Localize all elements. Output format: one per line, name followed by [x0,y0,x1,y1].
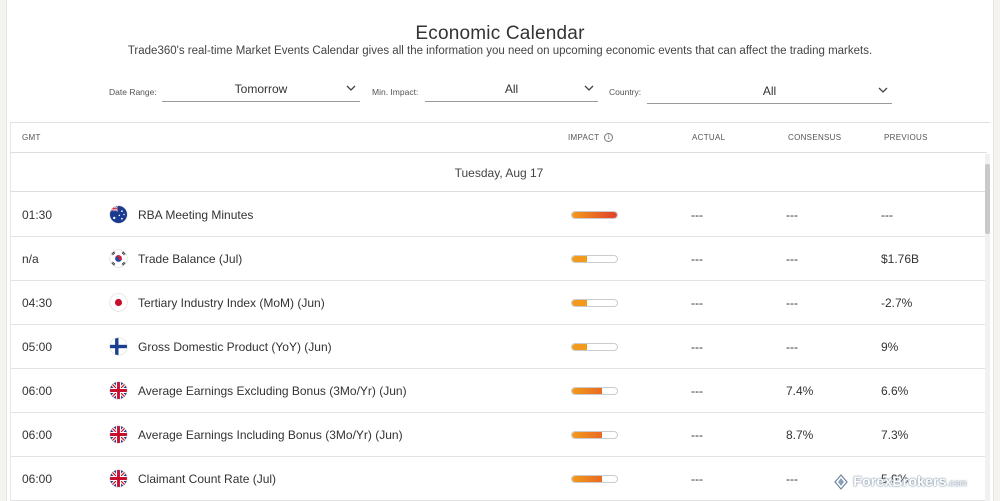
impact-bar-fill [572,388,602,394]
date-range-value: Tomorrow [234,82,288,96]
previous-value: $1.76B [881,252,920,266]
scrollbar-thumb[interactable] [985,164,990,234]
impact-bar [571,431,618,439]
event-time: 06:00 [22,384,53,398]
table-row[interactable]: 06:00 Average Earnings Including Bonus (… [11,413,987,457]
impact-bar [571,343,618,351]
impact-bar [571,475,618,483]
table-header: GMT IMPACT i ACTUAL CONSENSUS PREVIOUS [11,123,987,153]
header-impact-label: IMPACT [568,133,600,142]
min-impact-label: Min. Impact: [372,87,419,97]
events-table: GMT IMPACT i ACTUAL CONSENSUS PREVIOUS Tu… [10,122,990,501]
page: Economic Calendar Trade360's real-time M… [6,0,994,501]
event-name[interactable]: Gross Domestic Product (YoY) (Jun) [138,325,332,369]
table-row[interactable]: 04:30 Tertiary Industry Index (MoM) (Jun… [11,281,987,325]
min-impact-value: All [504,82,519,96]
header-previous: PREVIOUS [884,133,928,142]
impact-bar-fill [572,300,587,306]
table-row[interactable]: n/a Trade Balance (Jul) --- --- $1.76B [11,237,987,281]
header-gmt: GMT [22,133,41,142]
event-time: 01:30 [22,208,53,222]
actual-value: --- [691,252,703,266]
event-name[interactable]: Claimant Count Rate (Jul) [138,457,276,501]
impact-bar [571,299,618,307]
chevron-down-icon [346,85,356,91]
previous-value: -2.7% [881,296,913,310]
event-name[interactable]: Average Earnings Excluding Bonus (3Mo/Yr… [138,369,407,413]
actual-value: --- [691,384,703,398]
impact-bar-fill [572,432,602,438]
header-impact: IMPACT i [568,133,614,143]
watermark-text: ForexBrokers [853,473,947,489]
table-row[interactable]: 06:00 Average Earnings Excluding Bonus (… [11,369,987,413]
event-time: 06:00 [22,428,53,442]
scrollbar[interactable] [985,154,990,501]
impact-bar-fill [572,476,602,482]
impact-bar-fill [572,344,587,350]
consensus-value: --- [786,472,798,486]
impact-bar-fill [572,212,617,218]
finland-flag-icon [110,338,127,355]
date-group-header: Tuesday, Aug 17 [11,154,987,192]
consensus-value: --- [786,296,798,310]
header-consensus: CONSENSUS [788,133,842,142]
uk-flag-icon [110,426,127,443]
event-name[interactable]: Average Earnings Including Bonus (3Mo/Yr… [138,413,403,457]
impact-bar [571,255,618,263]
event-time: 04:30 [22,296,53,310]
actual-value: --- [691,296,703,310]
date-range-label: Date Range: [109,87,157,97]
actual-value: --- [691,428,703,442]
table-row[interactable]: 01:30 RBA Meeting Minutes --- --- --- [11,193,987,237]
consensus-value: --- [786,208,798,222]
south-korea-flag-icon [110,250,127,267]
previous-value: --- [881,208,893,222]
event-name[interactable]: Trade Balance (Jul) [138,237,242,281]
table-row[interactable]: 05:00 Gross Domestic Product (YoY) (Jun)… [11,325,987,369]
page-title: Economic Calendar [415,23,585,44]
watermark-suffix: .com [946,478,967,488]
country-select[interactable]: All [647,82,892,104]
actual-value: --- [691,340,703,354]
country-label: Country: [609,87,642,97]
event-time: 05:00 [22,340,53,354]
forexbrokers-watermark: ForexBrokers.com [834,473,967,490]
date-range-select[interactable]: Tomorrow [162,80,360,102]
consensus-value: 8.7% [786,428,814,442]
page-subtitle: Trade360's real-time Market Events Calen… [127,45,873,57]
consensus-value: 7.4% [786,384,814,398]
country-value: All [762,84,777,98]
impact-bar [571,211,618,219]
chevron-down-icon [584,85,594,91]
australia-flag-icon [110,206,127,223]
event-name[interactable]: Tertiary Industry Index (MoM) (Jun) [138,281,325,325]
uk-flag-icon [110,470,127,487]
consensus-value: --- [786,252,798,266]
header-actual: ACTUAL [692,133,726,142]
event-name[interactable]: RBA Meeting Minutes [138,193,253,237]
actual-value: --- [691,208,703,222]
consensus-value: --- [786,340,798,354]
impact-bar-fill [572,256,587,262]
chevron-down-icon [878,87,888,93]
info-icon[interactable]: i [604,133,614,143]
forexbrokers-logo-icon [834,474,849,490]
previous-value: 7.3% [881,428,909,442]
event-time: n/a [22,252,39,266]
event-time: 06:00 [22,472,53,486]
japan-flag-icon [110,294,127,311]
previous-value: 9% [881,340,899,354]
impact-bar [571,387,618,395]
min-impact-select[interactable]: All [425,80,598,102]
uk-flag-icon [110,382,127,399]
previous-value: 6.6% [881,384,909,398]
actual-value: --- [691,472,703,486]
